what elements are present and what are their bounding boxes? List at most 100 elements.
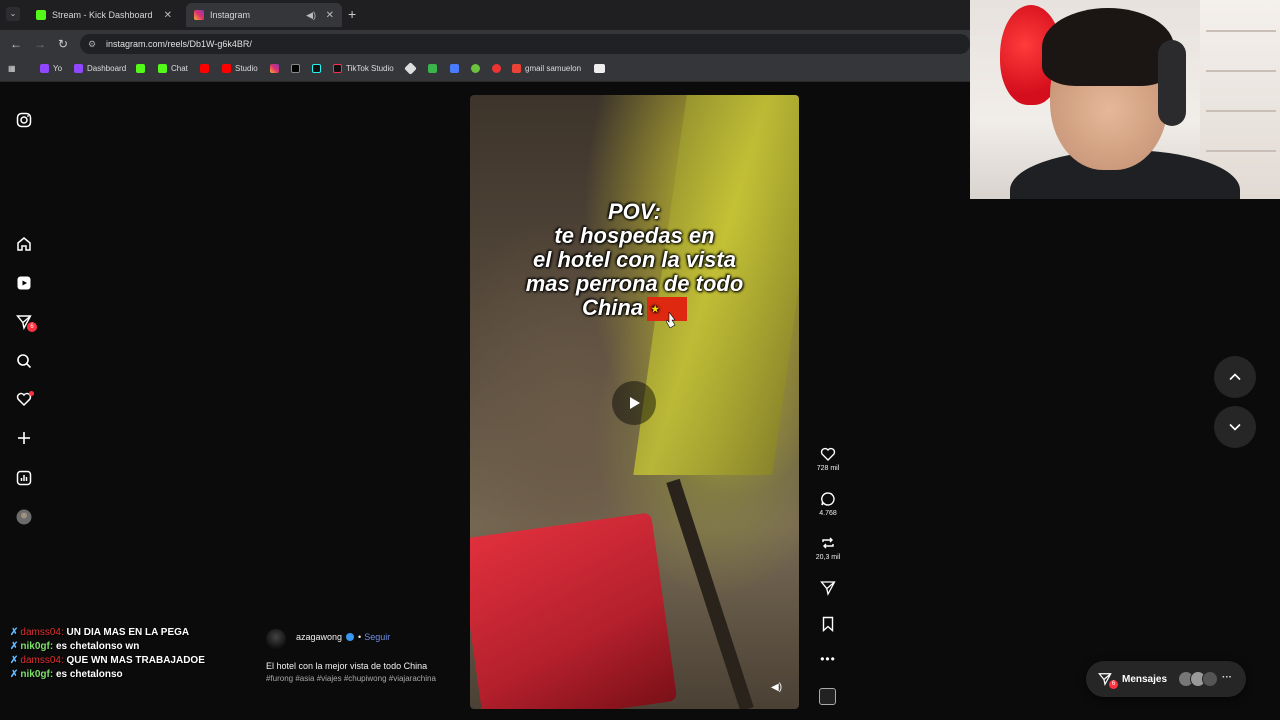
post-hashtags[interactable]: #furong #asia #viajes #chupiwong #viajar… [266,673,446,684]
play-button[interactable] [612,381,656,425]
bookmark-extension[interactable] [428,64,441,73]
sword-icon: ✗ [10,627,19,638]
bookmark-tiktok-studio[interactable]: TikTok Studio [333,64,394,73]
more-options-icon[interactable]: ••• [808,652,848,666]
url-text: instagram.com/reels/Db1W-g6k4BR/ [106,39,252,49]
bookmark-youtube[interactable] [200,64,213,73]
youtube-icon [200,64,209,73]
gmail-icon [512,64,521,73]
tab-search-icon[interactable]: ⌄ [6,7,20,21]
url-field[interactable]: ⚙ instagram.com/reels/Db1W-g6k4BR/ [80,34,970,54]
next-reel-button[interactable] [1214,406,1256,448]
speaker-icon[interactable]: ◀) [306,10,316,21]
repost-button[interactable]: 20,3 mil [808,535,848,561]
app-icon [492,64,501,73]
bookmark-x[interactable] [291,64,304,73]
instagram-icon [194,10,204,20]
bookmark-instagram[interactable] [270,64,283,73]
more-icon[interactable]: ··· [1222,672,1232,683]
caption-line: te hospedas en [554,223,715,248]
chat-username: nik0gf: [20,641,54,652]
youtube-studio-icon [222,64,231,73]
close-icon[interactable]: ✕ [326,10,334,21]
save-button[interactable] [808,616,848,632]
message-avatars [1178,671,1218,687]
verified-badge-icon [346,633,355,641]
stream-chat-overlay: ✗ damss04: UN DIA MAS EN LA PEGA ✗ nik0gf:… [10,626,250,682]
messages-badge: 6 [1109,680,1118,689]
webcam-overlay [970,0,1280,199]
apps-icon[interactable]: ▦ [8,64,16,73]
chat-message: ✗ nik0gf: es chetalonso [10,668,250,682]
share-button[interactable] [808,580,848,596]
chat-text: QUE WN MAS TRABAJADOE [66,655,205,666]
bookmark-extension[interactable] [404,62,419,75]
reload-icon[interactable]: ↻ [58,37,68,51]
caption-line: el hotel con la vista [533,247,736,272]
audio-icon[interactable]: ◀) [771,682,782,693]
comment-count: 4.768 [819,510,837,517]
send-icon [820,581,836,596]
kick-icon [158,64,167,73]
bookmark-studio[interactable]: Studio [222,64,258,73]
tab-kick-dashboard[interactable]: Stream - Kick Dashboard ✕ [28,3,180,27]
messages-label: Mensajes [1122,673,1168,685]
bookmark-kick[interactable] [136,64,149,73]
bookmark-yo[interactable]: Yo [40,64,62,73]
author-line: azagawong • Seguir [296,632,390,642]
bookmark-dashboard[interactable]: Dashboard [74,64,126,73]
reels-icon[interactable] [16,275,32,291]
video-frame-suitcase [470,512,678,709]
x-icon [291,64,300,73]
sword-icon: ✗ [10,655,19,666]
comment-button[interactable]: 4.768 [808,491,848,517]
profile-avatar[interactable] [16,509,32,525]
author-avatar[interactable] [266,629,286,649]
tiktok-icon [312,64,321,73]
twitch-icon [74,64,83,73]
follow-button[interactable]: Seguir [364,632,390,642]
instagram-icon [270,64,279,73]
caption-line: mas perrona de todo [525,271,744,296]
bookmark-extension[interactable] [450,64,463,73]
screen: ⌄ Stream - Kick Dashboard ✕ Instagram ◀)… [0,0,1280,720]
chat-username: nik0gf: [20,669,54,680]
dashboard-icon[interactable] [16,470,32,486]
caption-line-last: China [470,296,799,322]
webcam-headset [1158,40,1186,126]
activity-dot [29,391,34,396]
play-icon [630,397,640,409]
messages-button[interactable]: 6 Mensajes ··· [1086,661,1246,697]
search-icon[interactable] [16,353,32,369]
bookmark-extension[interactable] [471,64,484,73]
bookmark-extension[interactable] [492,64,505,73]
bookmark-tiktok[interactable] [312,64,325,73]
tab-instagram[interactable]: Instagram ◀) ✕ [186,3,342,27]
instagram-logo-icon[interactable] [16,112,32,128]
bookmark-gmail[interactable]: gmail samuelon [512,64,581,73]
previous-reel-button[interactable] [1214,356,1256,398]
back-icon[interactable]: ← [10,37,22,51]
bookmark-extension[interactable] [594,64,609,73]
chat-text: es chetalonso wn [55,641,140,652]
chat-message: ✗ damss04: QUE WN MAS TRABAJADOE [10,654,250,668]
home-icon[interactable] [16,236,32,252]
audio-thumbnail[interactable] [819,688,836,705]
bookmark-chat[interactable]: Chat [158,64,188,73]
bookmark-icon [822,616,834,632]
new-tab-button[interactable]: + [348,6,356,22]
app-icon [428,64,437,73]
create-plus-icon[interactable] [16,430,32,446]
twitch-icon [40,64,49,73]
close-icon[interactable]: ✕ [164,10,172,21]
app-icon [471,64,480,73]
author-name[interactable]: azagawong [296,632,342,642]
kick-icon [36,10,46,20]
like-button[interactable]: 728 mil [808,446,848,472]
repost-icon [822,537,834,549]
heart-icon [820,447,836,461]
webcam-person-hair [1042,8,1174,86]
site-info-icon[interactable]: ⚙ [88,39,96,50]
sword-icon: ✗ [10,669,19,680]
forward-icon[interactable]: → [34,37,46,51]
